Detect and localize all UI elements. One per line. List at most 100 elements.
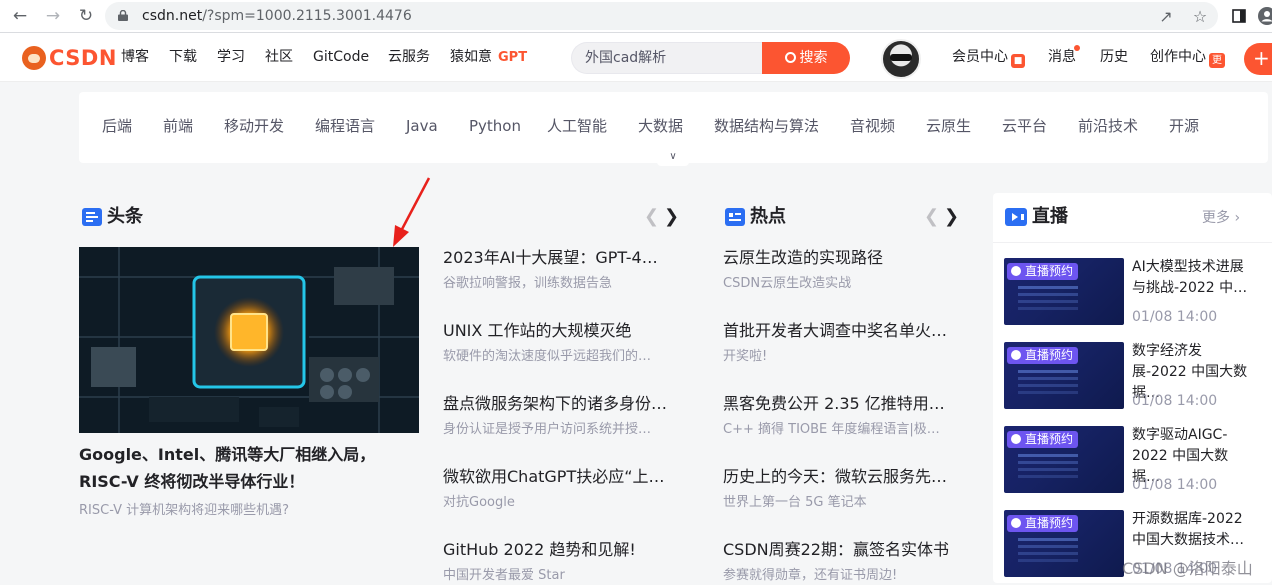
live-item-time: 01/08 14:00 [1132, 309, 1218, 325]
live-item-time: 01/08 14:00 [1132, 393, 1218, 409]
section-title-live: 直播 [1032, 206, 1068, 227]
side-panel-icon[interactable] [1228, 5, 1250, 27]
live-thumbnail[interactable]: 直播预约 [1004, 510, 1124, 577]
creator-badge: 更 [1209, 53, 1225, 68]
headline-feature-desc: RISC-V 计算机架构将迎来哪些机遇? [79, 503, 290, 518]
live-reserve-tag: 直播预约 [1007, 515, 1079, 532]
category-item[interactable]: 数据结构与算法 [714, 92, 819, 161]
headline-item-title[interactable]: GitHub 2022 趋势和见解! [443, 539, 671, 561]
nav-community[interactable]: 社区 [265, 33, 293, 82]
section-title-headlines: 头条 [107, 206, 143, 227]
hot-item-desc: 世界上第一台 5G 笔记本 [723, 495, 867, 510]
publish-button[interactable]: + [1244, 43, 1272, 75]
annotation-arrow-icon [393, 177, 431, 247]
category-item[interactable]: 开源 [1169, 92, 1199, 161]
messages-link[interactable]: 消息 [1048, 33, 1076, 82]
back-icon[interactable]: ← [10, 6, 30, 26]
nav-cloud[interactable]: 云服务 [388, 33, 430, 82]
headlines-next-icon[interactable]: ❯ [664, 207, 679, 227]
forward-icon[interactable]: → [43, 6, 63, 26]
search-button[interactable]: 搜索 [762, 42, 850, 74]
live-item-title[interactable]: 开源数据库-2022 中国大数据技术… [1132, 509, 1252, 551]
headline-item-desc: 中国开发者最爱 Star [443, 568, 565, 583]
expand-categories-button[interactable]: ∨ [657, 150, 689, 166]
headline-item-desc: 谷歌拉响警报，训练数据告急 [443, 276, 613, 291]
chevron-down-icon: ∨ [669, 151, 677, 162]
live-item-title[interactable]: AI大模型技术进展与挑战-2022 中… [1132, 257, 1252, 299]
category-item[interactable]: 音视频 [850, 92, 895, 161]
nav-blog[interactable]: 博客 [121, 33, 149, 82]
nav-learn[interactable]: 学习 [217, 33, 245, 82]
mascot-icon [22, 46, 46, 70]
headline-item-title[interactable]: UNIX 工作站的大规模灭绝 [443, 320, 671, 342]
chip-illustration [79, 247, 419, 433]
hot-item-title[interactable]: 云原生改造的实现路径 [723, 247, 951, 269]
live-thumbnail[interactable]: 直播预约 [1004, 258, 1124, 325]
history-link[interactable]: 历史 [1100, 33, 1128, 82]
headline-item-title[interactable]: 盘点微服务架构下的诸多身份… [443, 393, 671, 415]
category-item[interactable]: 云原生 [926, 92, 971, 161]
nav-download[interactable]: 下载 [169, 33, 197, 82]
category-item[interactable]: 前端 [163, 92, 193, 161]
nav-gpt[interactable]: GPT [498, 33, 527, 82]
hot-item-title[interactable]: 历史上的今天：微软云服务先… [723, 466, 951, 488]
category-item[interactable]: 前沿技术 [1078, 92, 1138, 161]
headline-image[interactable] [79, 247, 419, 433]
nav-gitcode[interactable]: GitCode [313, 33, 369, 82]
reload-icon[interactable]: ↻ [76, 6, 96, 26]
hot-item-desc: C++ 摘得 TIOBE 年度编程语言|极… [723, 422, 940, 437]
bookmark-star-icon[interactable]: ☆ [1189, 6, 1211, 28]
category-item[interactable]: Java [406, 92, 438, 161]
hot-item-desc: 参赛就得勋章，还有证书周边! [723, 568, 898, 583]
live-reserve-tag: 直播预约 [1007, 431, 1079, 448]
search-input[interactable]: 外国cad解析 [571, 42, 763, 74]
section-title-hot: 热点 [750, 206, 786, 227]
live-thumbnail[interactable]: 直播预约 [1004, 426, 1124, 493]
avatar[interactable] [881, 39, 921, 79]
live-header: 直播 更多 › [993, 193, 1272, 243]
live-thumbnail[interactable]: 直播预约 [1004, 342, 1124, 409]
headline-item-title[interactable]: 2023年AI十大展望：GPT-4领… [443, 247, 671, 269]
category-item[interactable]: 编程语言 [315, 92, 375, 161]
search-icon [784, 52, 796, 63]
profile-icon[interactable] [1256, 5, 1272, 27]
live-panel: 直播 更多 › 直播预约 AI大模型技术进展与挑战-2022 中… 01/08 … [993, 193, 1272, 583]
live-more-link[interactable]: 更多 › [1202, 207, 1240, 227]
share-icon[interactable]: ↗ [1155, 6, 1177, 28]
chevron-right-icon: › [1234, 210, 1241, 226]
address-url: csdn.net/?spm=1000.2115.3001.4476 [142, 8, 412, 24]
hot-item-desc: 开奖啦! [723, 349, 768, 364]
browser-toolbar: ← → ↻ csdn.net/?spm=1000.2115.3001.4476 … [0, 0, 1272, 33]
headline-feature-title[interactable]: Google、Intel、腾讯等大厂相继入局，RISC-V 终将彻改半导体行业！ [79, 441, 419, 495]
csdn-logo[interactable]: CSDN [22, 46, 117, 70]
watermark: CSDN @洛阳泰山 [1122, 559, 1253, 578]
headlines-prev-icon[interactable]: ❮ [644, 207, 659, 227]
hot-item-title[interactable]: 首批开发者大调查中奖名单火… [723, 320, 951, 342]
live-icon [1005, 208, 1027, 226]
hot-item-title[interactable]: CSDN周赛22期：赢签名实体书 [723, 539, 951, 561]
headline-item-desc: 对抗Google [443, 495, 515, 510]
headline-item-desc: 软硬件的淘汰速度似乎远超我们的… [443, 349, 652, 364]
address-bar[interactable]: csdn.net/?spm=1000.2115.3001.4476 ↗ ☆ [105, 2, 1218, 30]
hot-next-icon[interactable]: ❯ [944, 207, 959, 227]
notification-dot [1074, 45, 1080, 51]
hot-prev-icon[interactable]: ❮ [924, 207, 939, 227]
headline-item-title[interactable]: 微软欲用ChatGPT扶必应“上位” [443, 466, 671, 488]
live-item-time: 01/08 14:00 [1132, 477, 1218, 493]
nav-yuanruyi[interactable]: 猿如意 [450, 33, 492, 82]
category-item[interactable]: 云平台 [1002, 92, 1047, 161]
plus-icon: + [1253, 46, 1270, 70]
live-reserve-tag: 直播预约 [1007, 263, 1079, 280]
category-item[interactable]: Python [469, 92, 521, 161]
hot-item-title[interactable]: 黑客免费公开 2.35 亿推特用… [723, 393, 951, 415]
category-item[interactable]: 后端 [102, 92, 132, 161]
creator-center-link[interactable]: 创作中心更 [1150, 33, 1225, 82]
site-header: CSDN 博客 下载 学习 社区 GitCode 云服务 猿如意 GPT 外国c… [0, 33, 1272, 82]
live-reserve-tag: 直播预约 [1007, 347, 1079, 364]
category-item[interactable]: 移动开发 [224, 92, 284, 161]
headline-icon [82, 208, 102, 226]
lock-icon [118, 10, 128, 21]
hot-item-desc: CSDN云原生改造实战 [723, 276, 852, 291]
member-center-link[interactable]: 会员中心 ■ [952, 33, 1025, 82]
category-item[interactable]: 人工智能 [547, 92, 607, 161]
